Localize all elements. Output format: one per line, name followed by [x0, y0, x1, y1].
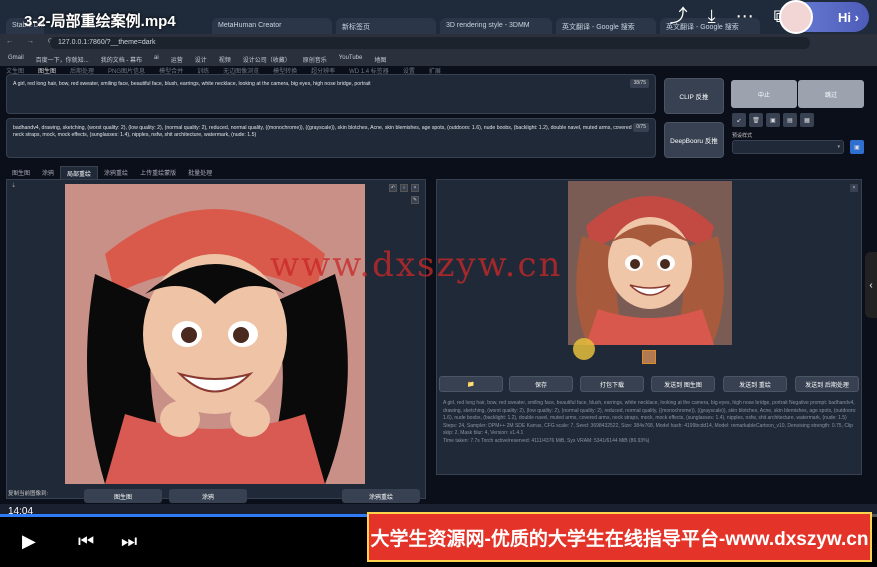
watermark: www.dxszyw.cn: [270, 245, 563, 285]
bookmark-item[interactable]: 我的文档 - 幕布: [101, 55, 142, 64]
subtab-img2img[interactable]: 图生图: [6, 166, 36, 180]
address-bar-row: ← → ⟳ 127.0.0.1:7860/?__theme=dark: [0, 34, 877, 52]
copy-to-inpaint-sketch-button[interactable]: 涂鸦重绘: [342, 489, 420, 503]
bookmark-item[interactable]: 地图: [374, 55, 386, 64]
style-select[interactable]: ▾: [732, 140, 844, 154]
clipboard-icon[interactable]: ▤: [783, 113, 797, 127]
result-panel: × 📁 保存 打包下载 发送到 图生图 发送到 重绘 发送到 后期处理 A gi…: [436, 179, 862, 475]
video-title: 3-2-局部重绘案例.mp4: [24, 13, 176, 30]
undo-icon[interactable]: ↶: [389, 184, 397, 192]
bookmark-item[interactable]: 运营: [171, 55, 183, 64]
promo-banner: 大学生资源网-优质的大学生在线指导平台-www.dxszyw.cn: [367, 512, 872, 562]
close-icon[interactable]: ×: [411, 184, 419, 192]
save-style-icon[interactable]: ▦: [800, 113, 814, 127]
tab-browser[interactable]: 无边图像浏览: [223, 66, 259, 74]
open-folder-button[interactable]: 📁: [439, 376, 503, 392]
zip-download-button[interactable]: 打包下载: [580, 376, 644, 392]
result-image: [568, 181, 732, 345]
send-to-img2img-button[interactable]: 发送到 图生图: [651, 376, 715, 392]
webui-app: 文生图 图生图 后期处理 PNG图片信息 模型合并 训练 无边图像浏览 模型转换…: [0, 66, 877, 509]
trash-icon[interactable]: 🗑: [749, 113, 763, 127]
avatar: [779, 0, 813, 34]
download-icon[interactable]: ⤓: [708, 6, 716, 26]
mouse-cursor: [573, 338, 595, 360]
send-to-inpaint-button[interactable]: 发送到 重绘: [723, 376, 787, 392]
bookmark-item[interactable]: 视频: [219, 55, 231, 64]
bookmark-item[interactable]: 设计: [195, 55, 207, 64]
tab-extensions[interactable]: 扩展: [429, 66, 441, 74]
inpaint-image: [65, 184, 365, 484]
style-label: 预设样式: [732, 133, 753, 139]
subtab-inpaint[interactable]: 局部重绘: [60, 166, 99, 180]
clip-interrogate-button[interactable]: CLIP 反推: [664, 78, 724, 114]
next-icon[interactable]: ⏭: [121, 531, 137, 552]
close-icon[interactable]: ×: [850, 184, 858, 192]
image-upload-icon[interactable]: ⇣: [11, 182, 16, 189]
more-icon[interactable]: ⋯: [736, 6, 754, 26]
negative-token-count: 0/75: [633, 123, 649, 132]
tab-convert[interactable]: 模型转换: [273, 66, 297, 74]
previous-icon[interactable]: ⏮: [78, 531, 94, 552]
tab-merge[interactable]: 模型合并: [159, 66, 183, 74]
tab-tagger[interactable]: WD 1.4 标签器: [349, 66, 389, 74]
subtab-inpaint-sketch[interactable]: 涂鸦重绘: [98, 166, 134, 180]
send-to-extras-button[interactable]: 发送到 后期处理: [795, 376, 859, 392]
play-icon[interactable]: ▶: [22, 531, 36, 552]
img2img-subtabs: 图生图 涂鸦 局部重绘 涂鸦重绘 上传重绘蒙版 批量处理: [6, 166, 218, 180]
browser-tab[interactable]: 新标签页: [336, 18, 436, 34]
subtab-sketch[interactable]: 涂鸦: [36, 166, 60, 180]
generation-params: A girl, red long hair, bow, red sweater,…: [443, 400, 857, 436]
generated-image[interactable]: [568, 181, 732, 345]
interrupt-button[interactable]: 中止: [731, 80, 797, 108]
copy-to-img2img-button[interactable]: 图生图: [84, 489, 162, 503]
prompt-token-count: 38/75: [630, 79, 649, 88]
bookmarks-bar: Gmail 百度一下，你就知... 我的文档 - 幕布 ai 运营 设计 视频 …: [0, 52, 877, 66]
subtab-upload-mask[interactable]: 上传重绘蒙版: [134, 166, 182, 180]
bookmark-item[interactable]: YouTube: [339, 55, 363, 63]
tab-upscale[interactable]: 超分辨率: [311, 66, 335, 74]
copy-to-sketch-button[interactable]: 涂鸦: [169, 489, 247, 503]
clear-icon[interactable]: ○: [400, 184, 408, 192]
browser-tab-bar: Stable Diffusion MetaHuman Creator 新标签页 …: [0, 0, 877, 34]
generation-info: A girl, red long hair, bow, red sweater,…: [443, 400, 857, 445]
brush-icon[interactable]: ✎: [411, 196, 419, 204]
positive-prompt-text: A girl, red long hair, bow, red sweater,…: [13, 81, 371, 87]
tab-train[interactable]: 训练: [197, 66, 209, 74]
bookmark-item[interactable]: Gmail: [8, 55, 24, 63]
inpaint-panel: ↶ ○ × ✎ ⇣: [6, 179, 426, 499]
tab-settings[interactable]: 设置: [403, 66, 415, 74]
subtab-batch[interactable]: 批量处理: [182, 166, 218, 180]
tab-png-info[interactable]: PNG图片信息: [108, 66, 145, 74]
url-field[interactable]: 127.0.0.1:7860/?__theme=dark: [50, 37, 810, 49]
save-button[interactable]: 保存: [509, 376, 573, 392]
inpaint-canvas[interactable]: [65, 184, 365, 484]
side-collapse-icon[interactable]: ‹: [865, 252, 877, 318]
bookmark-item[interactable]: ai: [154, 55, 159, 63]
hi-assistant-button[interactable]: Hi ›: [779, 0, 869, 34]
copy-image-label: 复制当前图像到:: [8, 491, 49, 497]
app-top-tabs: 文生图 图生图 后期处理 PNG图片信息 模型合并 训练 无边图像浏览 模型转换…: [6, 66, 866, 74]
result-thumbnail[interactable]: [642, 350, 656, 364]
bookmark-item[interactable]: 设计公司（收藏）: [243, 55, 291, 64]
bookmark-item[interactable]: 百度一下，你就知...: [36, 55, 89, 64]
tab-img2img[interactable]: 图生图: [38, 66, 56, 74]
browser-tab[interactable]: 英文翻译 - Google 搜索: [556, 18, 656, 34]
skip-button[interactable]: 跳过: [798, 80, 864, 108]
styles-icon[interactable]: ▣: [766, 113, 780, 127]
tab-txt2img[interactable]: 文生图: [6, 66, 24, 74]
bookmark-item[interactable]: 原创音乐: [303, 55, 327, 64]
browser-tab[interactable]: MetaHuman Creator: [212, 18, 332, 34]
paste-icon[interactable]: ↙: [732, 113, 746, 127]
share-icon[interactable]: ⤴: [670, 6, 688, 26]
deepbooru-button[interactable]: DeepBooru 反推: [664, 122, 724, 158]
hi-label: Hi: [838, 9, 852, 25]
time-taken: Time taken: 7.7s Torch active/reserved: …: [443, 437, 650, 444]
positive-prompt-input[interactable]: 38/75 A girl, red long hair, bow, red sw…: [6, 74, 656, 114]
tab-extras[interactable]: 后期处理: [70, 66, 94, 74]
negative-prompt-text: badhandv4, drawing, sketching, (worst qu…: [13, 125, 647, 138]
browser-tab[interactable]: 3D rendering style - 3DMM: [440, 18, 552, 34]
negative-prompt-input[interactable]: 0/75 badhandv4, drawing, sketching, (wor…: [6, 118, 656, 158]
apply-style-icon[interactable]: ▣: [850, 140, 864, 154]
